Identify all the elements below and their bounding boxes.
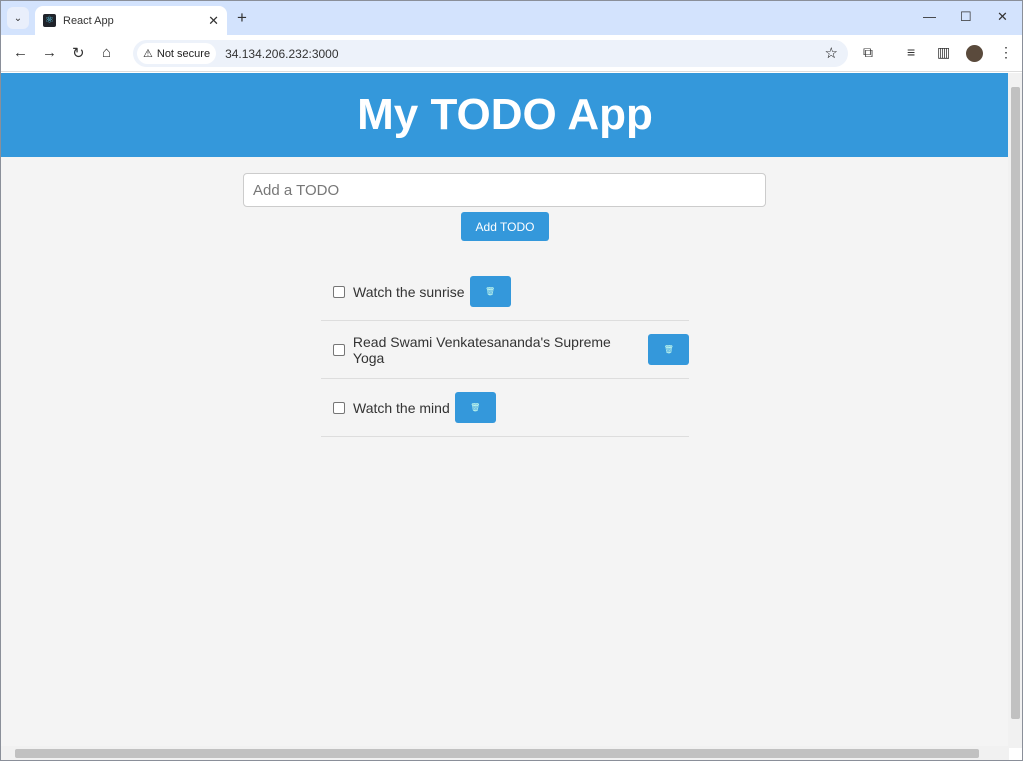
close-tab-icon[interactable]: ✕ bbox=[208, 13, 219, 29]
page-content: My TODO App Add TODO Watch the sunrise 🗑… bbox=[1, 73, 1009, 748]
not-secure-label: Not secure bbox=[156, 47, 211, 60]
trash-icon: 🗑 bbox=[484, 287, 496, 296]
bookmark-star-icon[interactable]: ☆ bbox=[825, 44, 838, 62]
side-panel-icon[interactable]: ▥ bbox=[937, 44, 950, 61]
trash-icon: 🗑 bbox=[663, 345, 674, 354]
reload-icon[interactable]: ↻ bbox=[72, 44, 85, 62]
extensions-icon[interactable]: ⧉ bbox=[863, 44, 873, 61]
media-icon[interactable]: ≡ bbox=[907, 44, 915, 60]
forward-icon[interactable]: → bbox=[42, 44, 57, 61]
url-text: 34.134.206.232:3000 bbox=[225, 46, 339, 61]
close-window-button[interactable]: ✕ bbox=[997, 9, 1008, 25]
browser-toolbar: ← → ↻ ⌂ ⚠ Not secure 34.134.206.232:3000 … bbox=[1, 35, 1022, 72]
home-icon[interactable]: ⌂ bbox=[102, 44, 111, 61]
delete-todo-button[interactable]: 🗑 bbox=[648, 334, 689, 365]
todo-item: Read Swami Venkatesananda's Supreme Yoga… bbox=[321, 321, 689, 379]
delete-todo-button[interactable]: 🗑 bbox=[454, 392, 496, 423]
trash-icon: 🗑 bbox=[470, 403, 481, 412]
todo-text: Watch the sunrise bbox=[353, 283, 465, 300]
not-secure-chip[interactable]: ⚠ Not secure bbox=[137, 43, 217, 64]
new-tab-button[interactable]: + bbox=[237, 8, 247, 28]
profile-avatar[interactable] bbox=[966, 45, 983, 62]
todo-item: Watch the mind 🗑 bbox=[321, 379, 689, 437]
vertical-scrollbar[interactable] bbox=[1008, 73, 1022, 748]
tab-title: React App bbox=[63, 14, 114, 27]
back-icon[interactable]: ← bbox=[13, 44, 28, 61]
vertical-scroll-thumb[interactable] bbox=[1011, 87, 1020, 719]
todo-checkbox[interactable] bbox=[333, 343, 345, 356]
warning-icon: ⚠ bbox=[143, 48, 153, 60]
page-title: My TODO App bbox=[357, 90, 653, 139]
menu-icon[interactable]: ⋮ bbox=[999, 44, 1013, 61]
todo-item: Watch the sunrise 🗑 bbox=[321, 263, 689, 321]
todo-checkbox[interactable] bbox=[333, 401, 345, 414]
tab-react-app[interactable]: ⚛ React App ✕ bbox=[35, 6, 227, 35]
add-todo-button[interactable]: Add TODO bbox=[461, 212, 549, 241]
app-header: My TODO App bbox=[1, 73, 1009, 157]
todo-list: Watch the sunrise 🗑 Read Swami Venkatesa… bbox=[321, 263, 689, 437]
tab-strip: ⌄ ⚛ React App ✕ + — ☐ ✕ bbox=[1, 1, 1022, 35]
minimize-button[interactable]: — bbox=[923, 9, 936, 24]
tab-search-button[interactable]: ⌄ bbox=[7, 7, 29, 29]
horizontal-scrollbar[interactable] bbox=[1, 746, 1009, 760]
delete-todo-button[interactable]: 🗑 bbox=[469, 276, 511, 307]
address-bar[interactable]: ⚠ Not secure 34.134.206.232:3000 ☆ bbox=[133, 40, 848, 67]
todo-input[interactable] bbox=[243, 173, 766, 207]
maximize-button[interactable]: ☐ bbox=[960, 9, 972, 25]
horizontal-scroll-thumb[interactable] bbox=[15, 749, 979, 758]
react-favicon-icon: ⚛ bbox=[43, 14, 56, 27]
todo-text: Read Swami Venkatesananda's Supreme Yoga bbox=[352, 333, 611, 366]
todo-text: Watch the mind bbox=[353, 399, 450, 416]
todo-checkbox[interactable] bbox=[333, 285, 345, 298]
